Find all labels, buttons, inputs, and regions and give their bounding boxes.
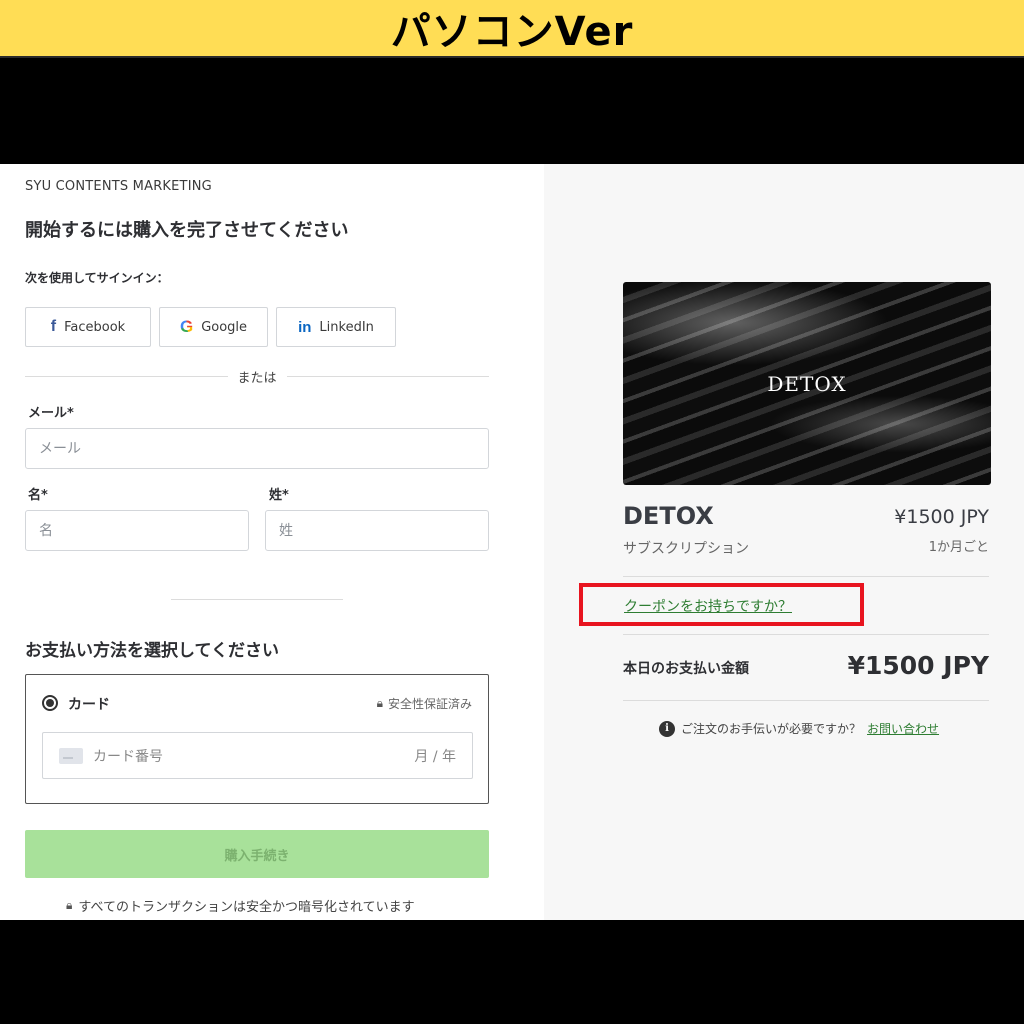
divider-line <box>25 375 228 377</box>
help-text: ご注文のお手伝いが必要ですか？ <box>681 722 862 736</box>
google-signin-button[interactable]: G Google <box>159 307 268 347</box>
secure-footer-text: すべてのトランザクションは安全かつ暗号化されています <box>78 900 415 915</box>
lock-icon: 🔒︎ <box>66 898 73 912</box>
banner-title: パソコンVer <box>390 9 634 55</box>
brand-name: SYU CONTENTS MARKETING <box>25 179 212 194</box>
secure-label: 安全性保証済み <box>387 697 472 711</box>
summary-divider <box>623 634 989 635</box>
section-divider <box>171 599 343 600</box>
first-name-label: 名* <box>28 488 48 503</box>
last-name-field[interactable] <box>265 510 489 551</box>
first-name-field[interactable] <box>25 510 249 551</box>
or-text: または <box>237 370 277 386</box>
total-amount: ¥1500 JPY <box>847 651 989 680</box>
total-label: 本日のお支払い金額 <box>623 661 749 677</box>
divider-line <box>286 375 490 377</box>
linkedin-label: LinkedIn <box>319 319 374 335</box>
card-number-placeholder[interactable]: カード番号 <box>93 746 414 766</box>
product-image-text: DETOX <box>767 371 847 396</box>
card-method-label[interactable]: カード <box>68 694 110 714</box>
checkout-form-pane: SYU CONTENTS MARKETING 開始するには購入を完了させてくださ… <box>0 164 544 920</box>
or-divider: または <box>25 366 490 386</box>
order-summary-pane: DETOX DETOX ¥1500 JPY サブスクリプション 1か月ごと クー… <box>544 164 1024 920</box>
summary-divider <box>623 576 989 577</box>
lock-icon: 🔒︎ <box>376 696 383 710</box>
email-label: メール* <box>28 406 74 421</box>
linkedin-signin-button[interactable]: in LinkedIn <box>276 307 396 347</box>
secure-footer: 🔒︎ すべてのトランザクションは安全かつ暗号化されています <box>66 896 415 915</box>
product-image: DETOX <box>623 282 991 485</box>
google-label: Google <box>201 319 248 335</box>
signin-label: 次を使用してサインイン： <box>25 271 169 285</box>
facebook-label: Facebook <box>64 319 126 335</box>
summary-divider <box>623 700 989 701</box>
page-title: 開始するには購入を完了させてください <box>25 220 349 241</box>
coupon-link[interactable]: クーポンをお持ちですか？ <box>624 596 792 616</box>
payment-method-box: カード 🔒︎ 安全性保証済み カード番号 月 / 年 <box>25 674 489 804</box>
card-icon <box>59 747 83 764</box>
facebook-icon: f <box>50 318 57 335</box>
payment-heading: お支払い方法を選択してください <box>25 641 279 661</box>
facebook-signin-button[interactable]: f Facebook <box>25 307 151 347</box>
radio-selected-icon <box>46 699 54 707</box>
product-price: ¥1500 JPY <box>894 506 989 528</box>
contact-link[interactable]: お問い合わせ <box>867 720 939 737</box>
google-icon: G <box>179 317 194 336</box>
card-radio[interactable] <box>42 695 58 711</box>
secure-badge: 🔒︎ 安全性保証済み <box>377 695 472 712</box>
card-number-field[interactable]: カード番号 月 / 年 <box>42 732 473 779</box>
info-icon: i <box>659 720 675 737</box>
card-expiry-placeholder[interactable]: 月 / 年 <box>414 746 456 766</box>
linkedin-icon: in <box>298 318 312 336</box>
billing-period: 1か月ごと <box>928 540 989 555</box>
purchase-button[interactable]: 購入手続き <box>25 830 489 878</box>
email-field[interactable] <box>25 428 489 469</box>
last-name-label: 姓* <box>269 488 289 503</box>
banner: パソコンVer <box>0 0 1024 58</box>
product-name: DETOX <box>623 502 714 530</box>
product-type: サブスクリプション <box>623 541 749 557</box>
help-row: i ご注文のお手伝いが必要ですか？ お問い合わせ <box>659 720 939 737</box>
